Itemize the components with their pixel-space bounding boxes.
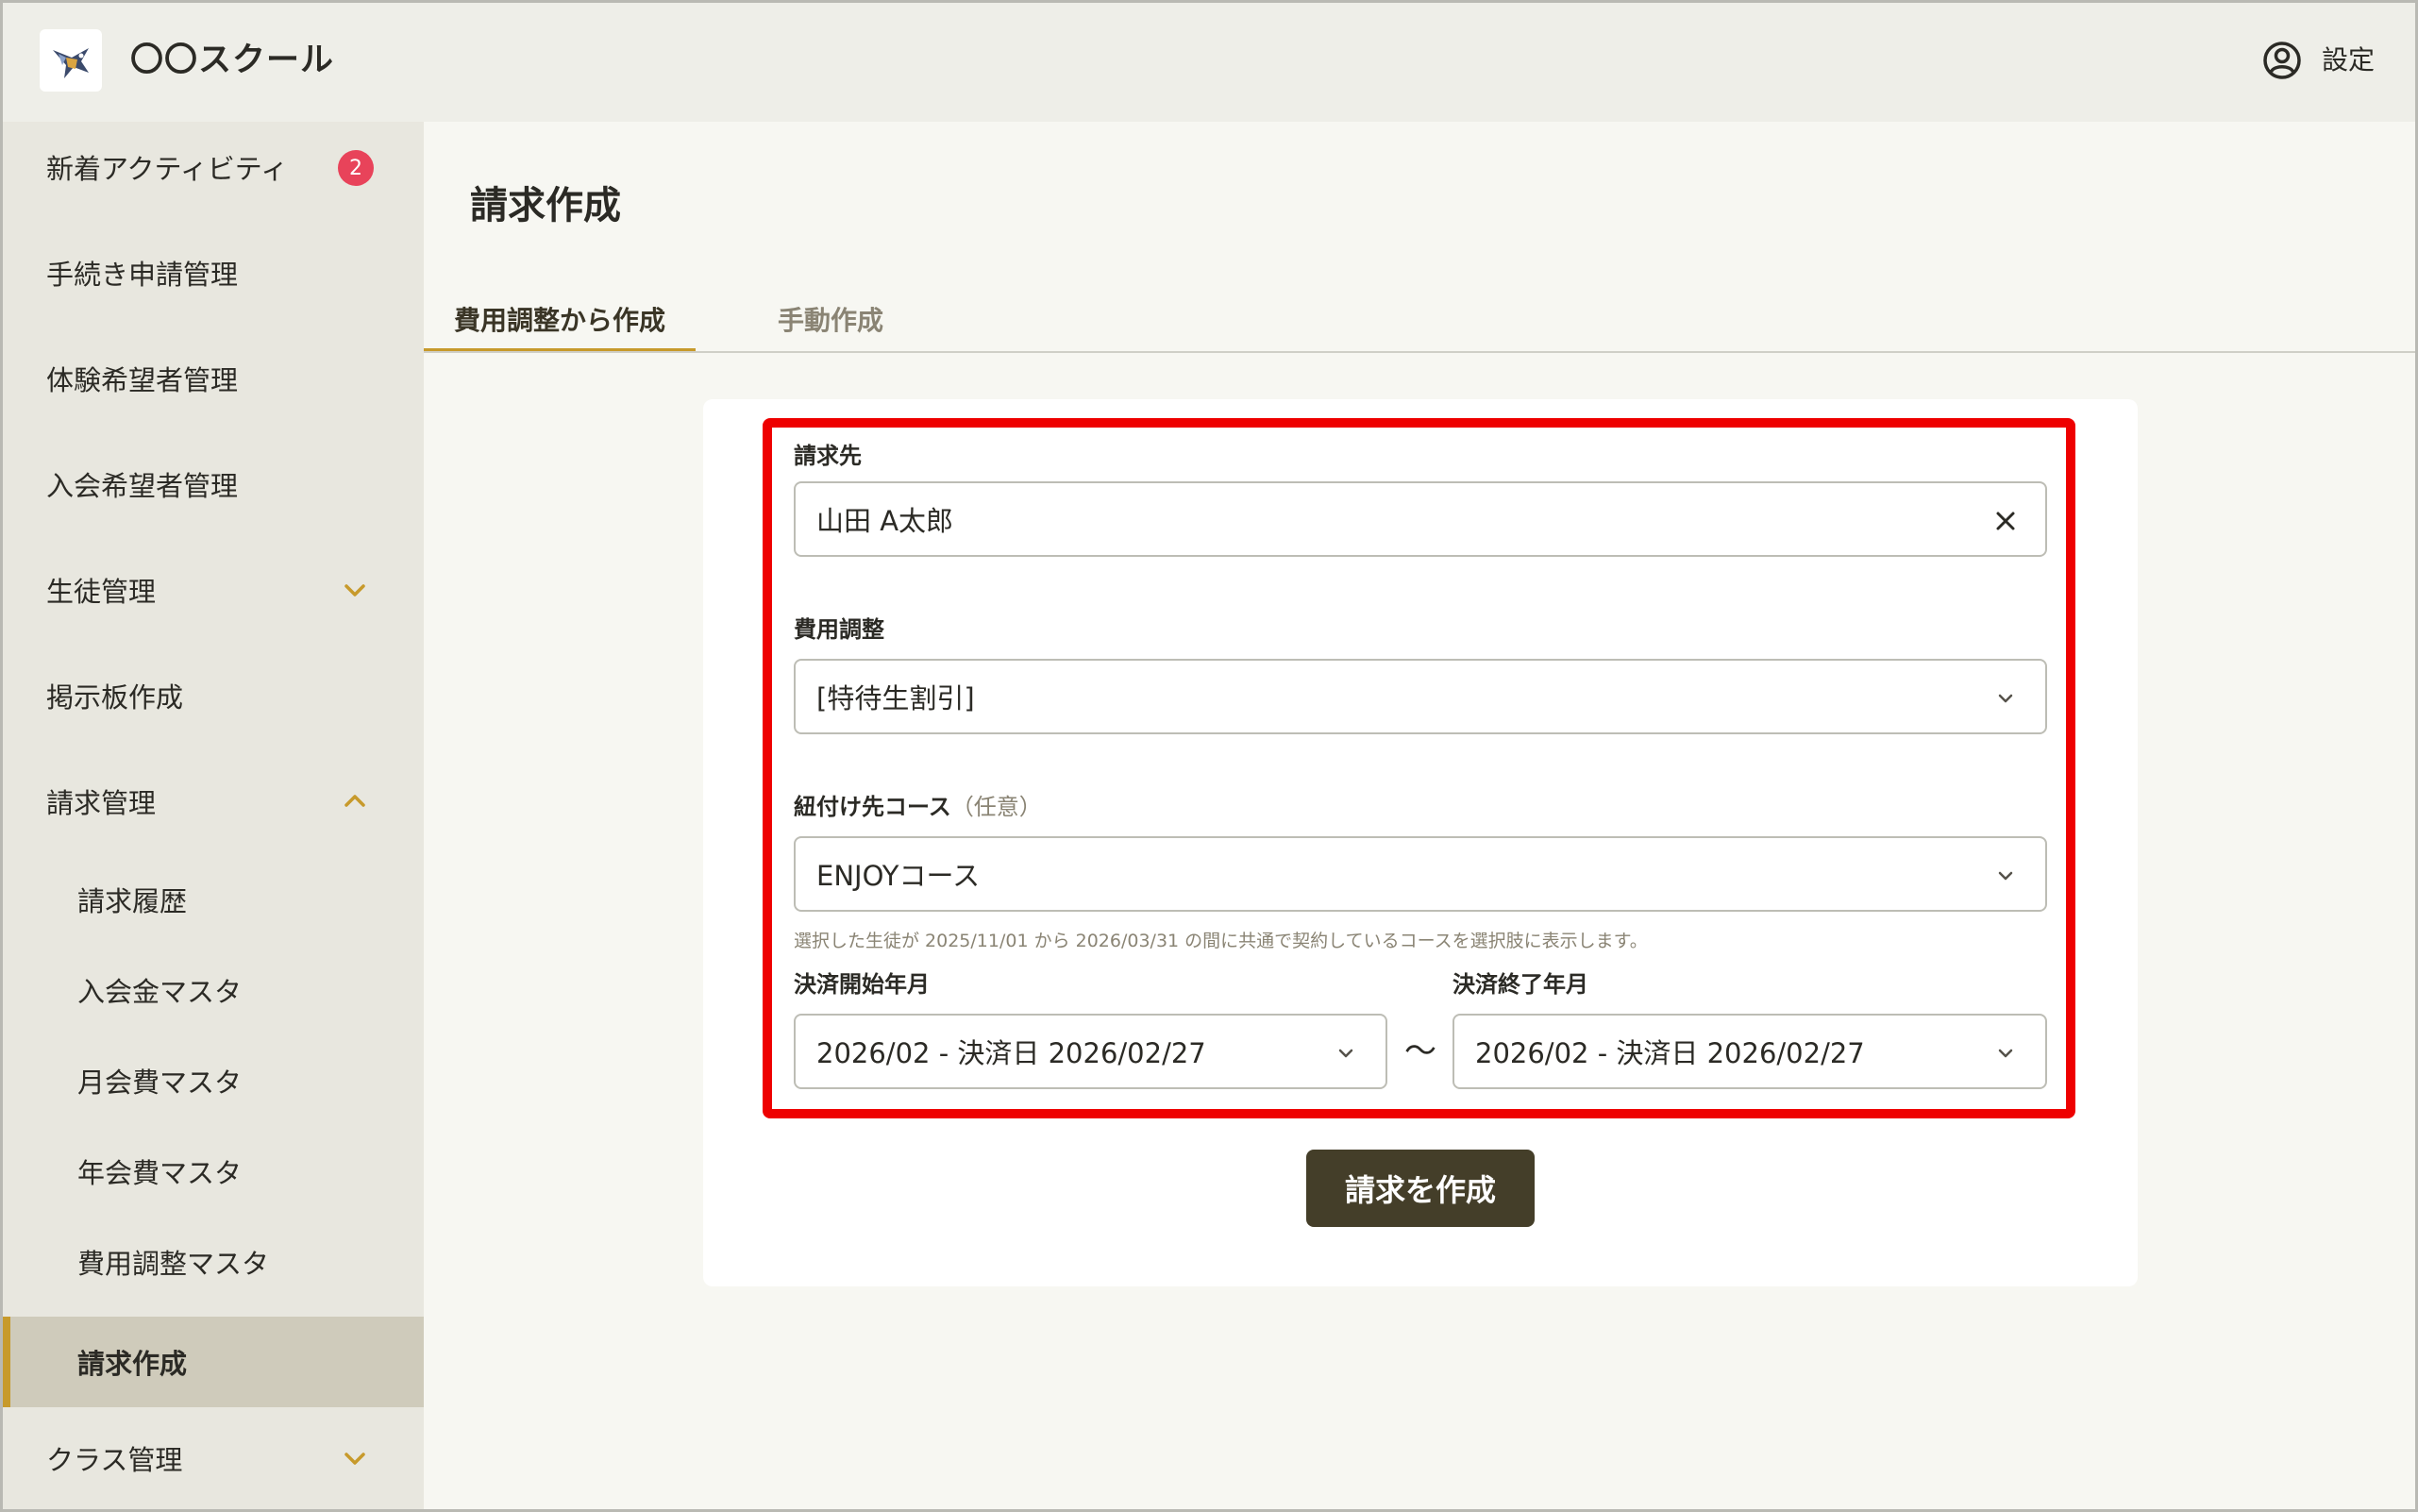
user-account-icon [2263, 42, 2301, 79]
sidebar-item-label: 新着アクティビティ [46, 153, 289, 185]
bird-logo-icon [53, 48, 89, 78]
sidebar-item-label: 請求履歴 [77, 885, 188, 917]
sidebar-item-label: 年会費マスタ [77, 1157, 243, 1189]
highlight-box [763, 418, 2075, 1118]
page-title: 請求作成 [470, 184, 621, 227]
chevron-up-icon [344, 795, 365, 807]
create-invoice-button[interactable]: 請求を作成 [1306, 1150, 1535, 1227]
tab-manual-create[interactable]: 手動作成 [746, 300, 915, 353]
sidebar-item-label: 生徒管理 [46, 576, 157, 608]
sidebar-item-billing[interactable]: 請求管理 [0, 756, 424, 847]
sidebar: 新着アクティビティ 2 手続き申請管理 体験希望者管理 入会希望者管理 生徒管理… [0, 122, 424, 1512]
sidebar-item-label: 入会金マスタ [77, 976, 243, 1008]
sidebar-item-label: 手続き申請管理 [46, 259, 239, 291]
settings-label: 設定 [2321, 44, 2375, 76]
tab-create-from-fee-adjustment[interactable]: 費用調整から作成 [424, 300, 696, 353]
tabs-divider [424, 351, 2418, 353]
sidebar-item-procedure-requests[interactable]: 手続き申請管理 [0, 227, 424, 318]
sidebar-item-class-management[interactable]: クラス管理 [0, 1413, 424, 1504]
notification-badge: 2 [338, 150, 374, 186]
sidebar-item-label: 費用調整マスタ [77, 1248, 270, 1280]
sidebar-item-billing-history[interactable]: 請求履歴 [0, 854, 424, 945]
sidebar-item-label: 請求作成 [77, 1348, 188, 1380]
sidebar-item-trial-applicants[interactable]: 体験希望者管理 [0, 333, 424, 424]
sidebar-item-create-invoice[interactable]: 請求作成 [0, 1317, 424, 1407]
top-bar: 〇〇スクール 設定 [0, 0, 2418, 122]
sidebar-item-label: 体験希望者管理 [46, 364, 239, 396]
sidebar-item-fee-adjustment-master[interactable]: 費用調整マスタ [0, 1217, 424, 1307]
chevron-down-icon [344, 584, 365, 596]
settings-button[interactable]: 設定 [2261, 34, 2375, 87]
app-name: 〇〇スクール [130, 42, 335, 79]
app-logo[interactable] [40, 29, 102, 92]
sidebar-item-enrollment-fee-master[interactable]: 入会金マスタ [0, 945, 424, 1035]
sidebar-item-annual-fee-master[interactable]: 年会費マスタ [0, 1126, 424, 1217]
sidebar-item-enrollment-applicants[interactable]: 入会希望者管理 [0, 439, 424, 529]
sidebar-item-new-activity[interactable]: 新着アクティビティ 2 [0, 122, 424, 212]
sidebar-item-students[interactable]: 生徒管理 [0, 545, 424, 635]
sidebar-item-label: 掲示板作成 [46, 681, 184, 714]
sidebar-item-label: 請求管理 [46, 787, 157, 819]
chevron-down-icon [344, 1453, 365, 1465]
sidebar-item-bulletin-board[interactable]: 掲示板作成 [0, 650, 424, 741]
sidebar-item-label: 月会費マスタ [77, 1067, 243, 1099]
sidebar-item-label: クラス管理 [46, 1444, 183, 1476]
sidebar-item-label: 入会希望者管理 [46, 470, 239, 502]
sidebar-item-monthly-fee-master[interactable]: 月会費マスタ [0, 1035, 424, 1126]
